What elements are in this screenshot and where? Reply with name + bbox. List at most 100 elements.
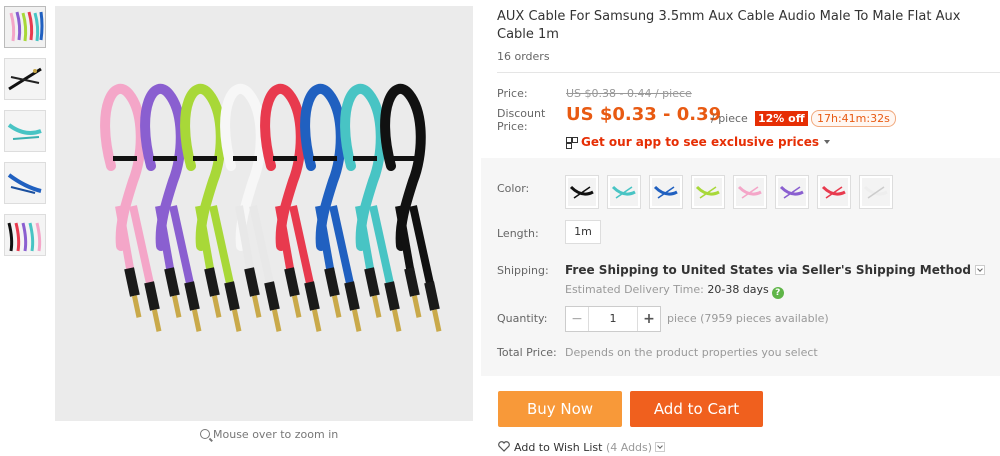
red-cable-swatch-icon xyxy=(820,178,848,206)
color-swatch-purple[interactable] xyxy=(775,175,809,209)
price-label: Price: xyxy=(497,87,528,100)
plug-housing xyxy=(284,267,300,297)
cable-tie xyxy=(233,156,257,161)
app-promo-text: Get our app to see exclusive prices xyxy=(581,135,820,149)
blue-cable-swatch-icon xyxy=(652,178,680,206)
magnifier-icon xyxy=(200,429,210,439)
heart-icon xyxy=(498,441,510,452)
add-to-wish-list[interactable]: Add to Wish List (4 Adds) xyxy=(498,441,666,454)
color-swatch-pink[interactable] xyxy=(733,175,767,209)
plug-tip xyxy=(311,309,322,332)
cable-tie xyxy=(273,156,297,161)
per-piece-unit: / piece xyxy=(711,112,748,125)
plug-tip xyxy=(331,295,342,318)
teal-cable-swatch-icon xyxy=(610,178,638,206)
quantity-label: Quantity: xyxy=(497,312,548,325)
plug-tip xyxy=(271,309,282,332)
color-label: Color: xyxy=(497,182,530,195)
plug-housing xyxy=(384,281,400,311)
color-swatch-blue[interactable] xyxy=(649,175,683,209)
plug-tip xyxy=(171,295,182,318)
quantity-decrease-button[interactable]: − xyxy=(566,307,588,331)
help-icon[interactable]: ? xyxy=(771,287,784,299)
quantity-input[interactable]: 1 xyxy=(588,307,638,331)
plug-housing xyxy=(364,267,380,297)
plug-tip xyxy=(291,295,302,318)
plug-tip xyxy=(151,309,162,332)
chevron-down-icon[interactable] xyxy=(974,265,985,275)
app-promo-link[interactable]: Get our app to see exclusive prices xyxy=(566,135,831,149)
plug-housing xyxy=(124,267,140,297)
cable-bundle-illustration xyxy=(100,83,442,332)
total-price-label: Total Price: xyxy=(497,346,557,359)
thumbnail-black[interactable] xyxy=(4,58,46,100)
blue-cable-thumb-icon xyxy=(5,163,45,203)
plug-tip xyxy=(131,295,142,318)
thumbnail-blue[interactable] xyxy=(4,162,46,204)
plug-housing xyxy=(244,267,260,297)
plug-tip xyxy=(351,309,362,332)
plug-tip xyxy=(391,309,402,332)
teal-cable-thumb-icon xyxy=(5,111,45,151)
plug-tip xyxy=(411,295,422,318)
main-product-image[interactable] xyxy=(55,6,473,421)
product-title: AUX Cable For Samsung 3.5mm Aux Cable Au… xyxy=(497,9,961,42)
shipping-method[interactable]: Free Shipping to United States via Selle… xyxy=(565,263,985,277)
original-price: US $0.38 - 0.44 / piece xyxy=(566,87,692,100)
plug-housing xyxy=(184,281,200,311)
order-count: 16 orders xyxy=(497,50,550,63)
total-price-text: Depends on the product properties you se… xyxy=(565,346,818,359)
plug-tip xyxy=(251,295,262,318)
length-label: Length: xyxy=(497,227,539,240)
chevron-down-icon xyxy=(824,140,831,144)
quantity-availability: piece (7959 pieces available) xyxy=(667,312,829,325)
plug-tip xyxy=(431,309,442,332)
buy-now-button[interactable]: Buy Now xyxy=(498,391,622,427)
zoom-hint: Mouse over to zoom in xyxy=(200,428,338,441)
zoom-hint-text: Mouse over to zoom in xyxy=(213,428,339,441)
thumbnail-teal[interactable] xyxy=(4,110,46,152)
discount-price: US $0.33 - 0.39 xyxy=(566,104,722,125)
cable-tie xyxy=(353,156,377,161)
wish-count: (4 Adds) xyxy=(605,441,653,454)
multicolor-cable-thumb-2-icon xyxy=(5,215,45,255)
delivery-value: 20-38 days xyxy=(707,283,769,296)
plug-tip xyxy=(191,309,202,332)
cable-tie xyxy=(113,156,137,161)
plug-housing xyxy=(304,281,320,311)
green-cable-swatch-icon xyxy=(694,178,722,206)
thumbnail-list xyxy=(4,6,48,266)
quantity-stepper: − 1 + xyxy=(565,306,661,332)
cable-tie xyxy=(153,156,177,161)
length-option-1m[interactable]: 1m xyxy=(565,220,601,244)
color-swatch-teal[interactable] xyxy=(607,175,641,209)
qr-code-icon xyxy=(566,137,578,149)
cable-tie xyxy=(313,156,337,161)
add-to-cart-button[interactable]: Add to Cart xyxy=(630,391,763,427)
plug-tip xyxy=(211,295,222,318)
discount-badge: 12% off xyxy=(755,111,808,126)
shipping-label: Shipping: xyxy=(497,264,549,277)
divider xyxy=(497,72,1000,73)
multicolor-cable-thumb-icon xyxy=(5,7,45,47)
delivery-label: Estimated Delivery Time: xyxy=(565,283,704,296)
plug-tip xyxy=(231,309,242,332)
color-swatch-red[interactable] xyxy=(817,175,851,209)
quantity-increase-button[interactable]: + xyxy=(638,307,660,331)
discount-price-label: Discount Price: xyxy=(497,107,546,133)
plug-housing xyxy=(144,281,160,311)
white-cable-swatch-icon xyxy=(862,178,890,206)
color-swatch-white[interactable] xyxy=(859,175,893,209)
delivery-estimate: Estimated Delivery Time: 20-38 days? xyxy=(565,283,784,299)
countdown-timer: 17h:41m:32s xyxy=(811,110,896,127)
purple-cable-swatch-icon xyxy=(778,178,806,206)
plug-tip xyxy=(371,295,382,318)
thumbnail-multicolor[interactable] xyxy=(4,6,46,48)
plug-housing xyxy=(324,267,340,297)
chevron-down-icon[interactable] xyxy=(655,442,666,452)
thumbnail-multicolor-2[interactable] xyxy=(4,214,46,256)
color-swatch-green[interactable] xyxy=(691,175,725,209)
color-swatch-black[interactable] xyxy=(565,175,599,209)
wish-list-label: Add to Wish List xyxy=(514,441,603,454)
pink-cable-swatch-icon xyxy=(736,178,764,206)
